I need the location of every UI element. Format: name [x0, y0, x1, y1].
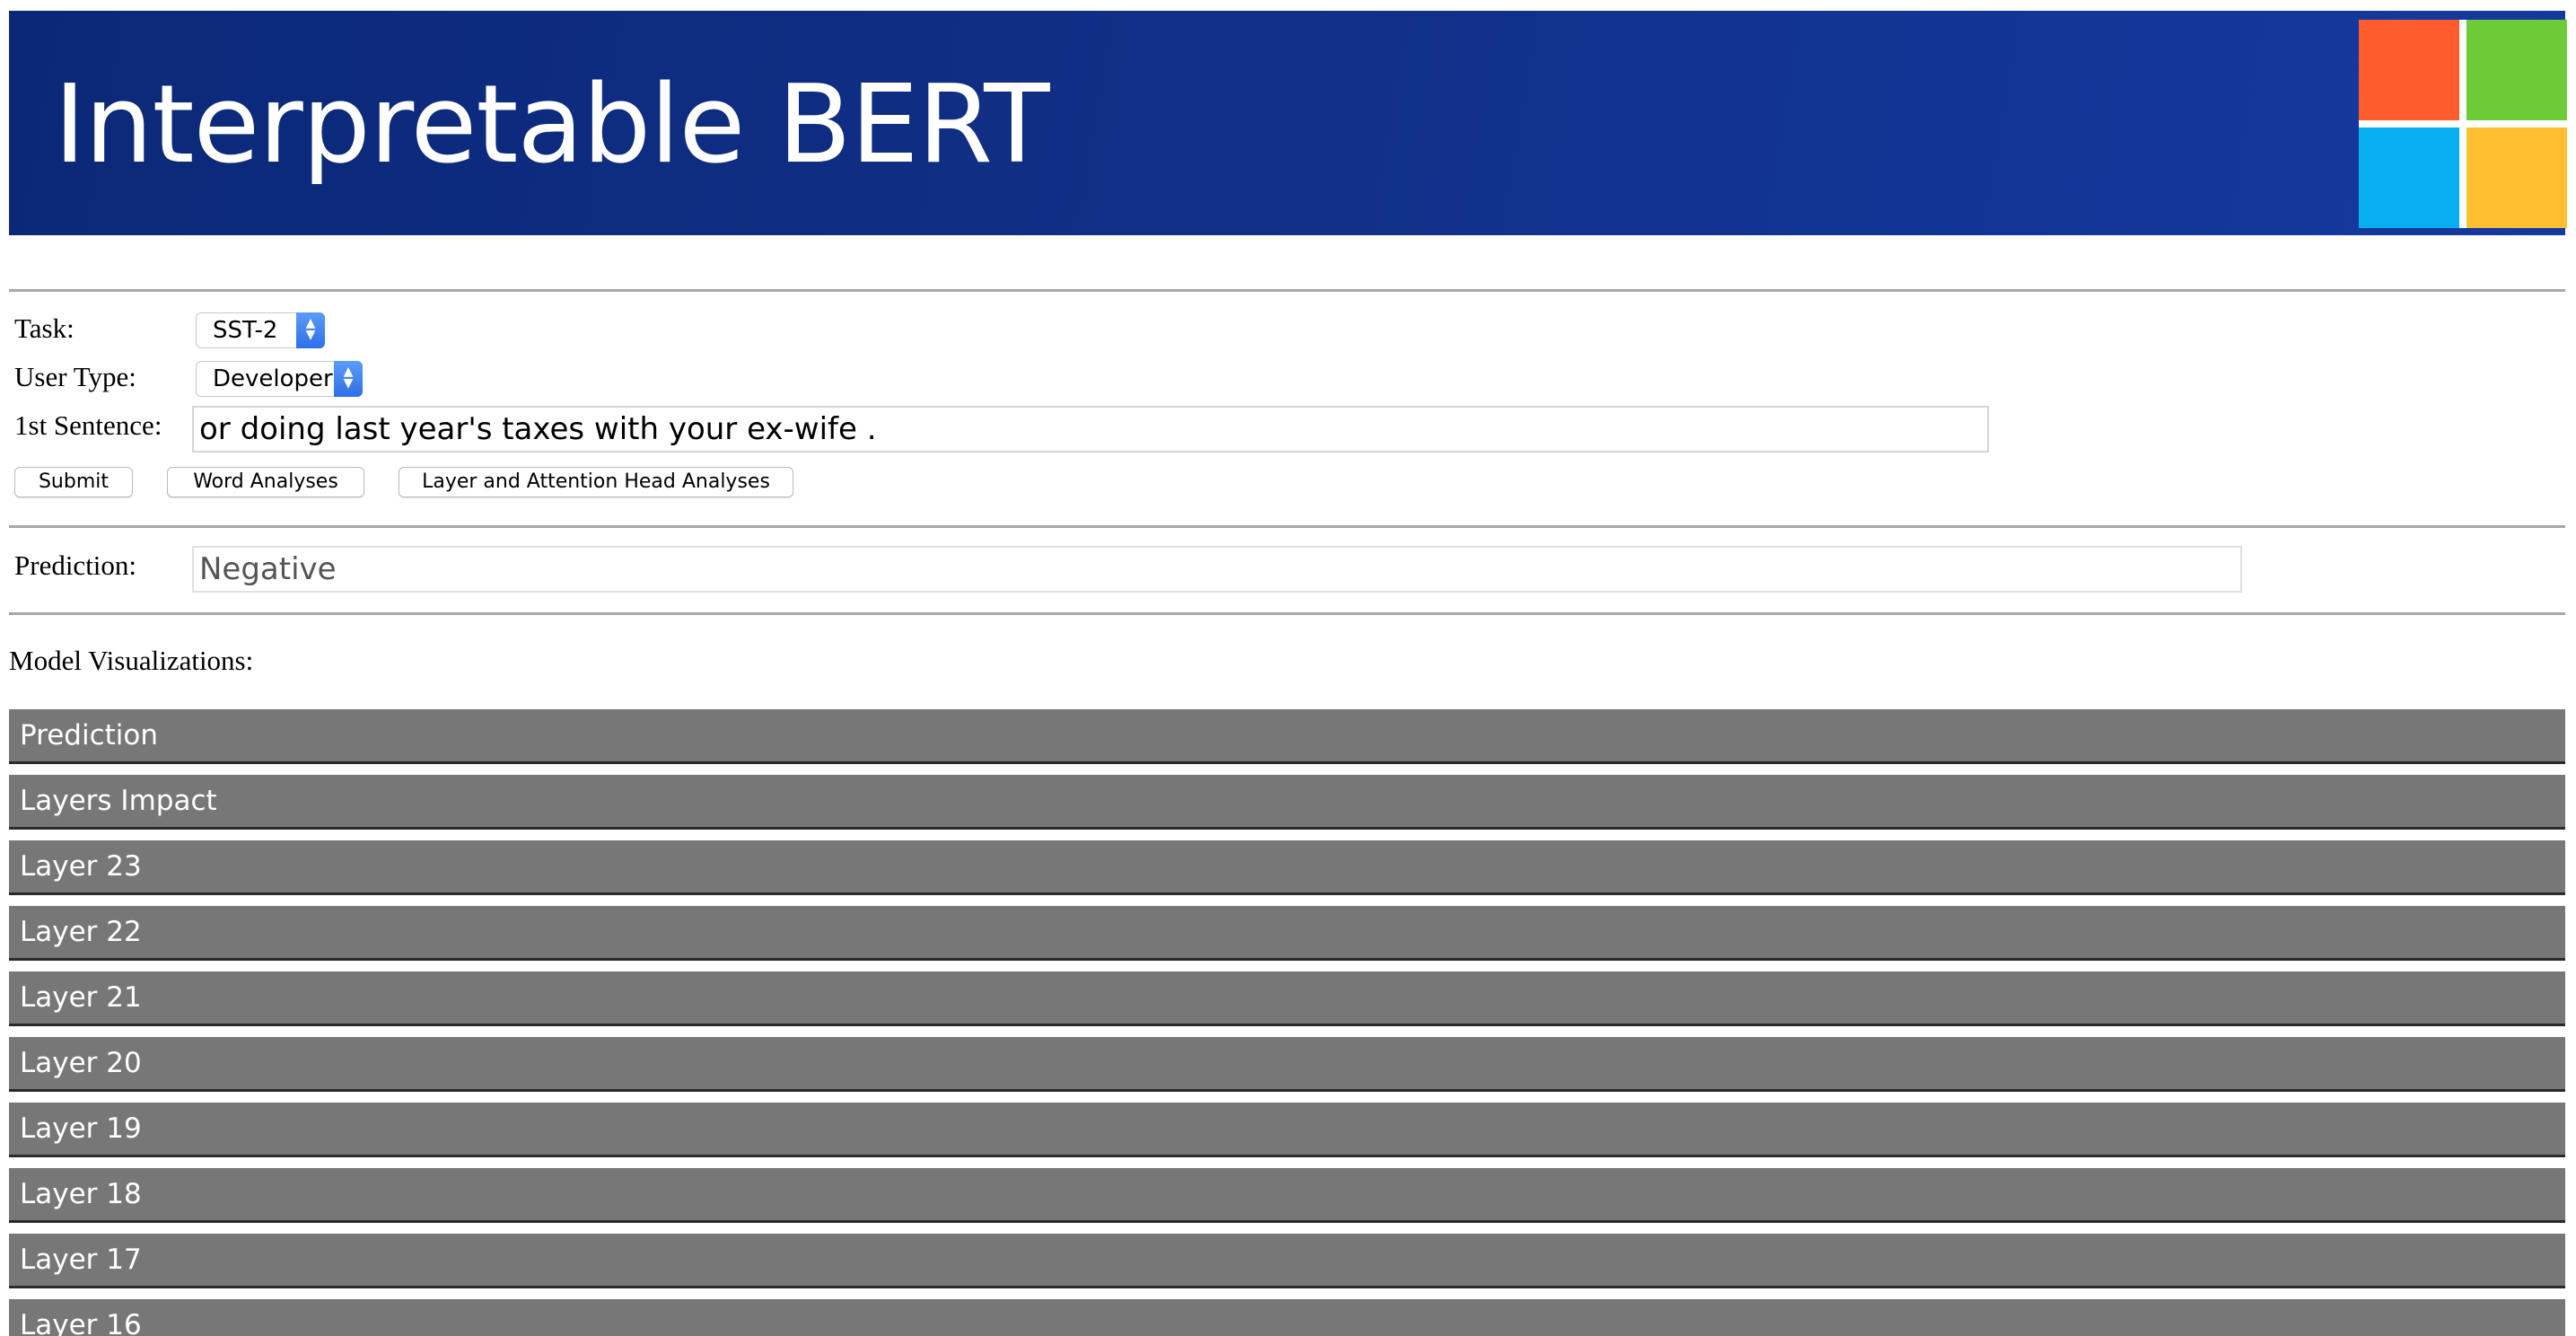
sentence-input[interactable]: or doing last year's taxes with your ex-… [192, 406, 1989, 453]
accordion-item-layer-21[interactable]: Layer 21 [9, 971, 2565, 1026]
model-visualizations-heading: Model Visualizations: [9, 645, 254, 676]
user-type-label: User Type: [14, 361, 136, 392]
logo-blue-square [2359, 127, 2459, 228]
submit-button[interactable]: Submit [14, 467, 133, 497]
accordion-item-layer-19[interactable]: Layer 19 [9, 1103, 2565, 1157]
select-arrows-icon: ▲ ▼ [296, 312, 325, 348]
accordion-item-label: Layer 16 [20, 1309, 142, 1336]
divider-top [9, 289, 2565, 292]
logo-green-square [2466, 20, 2567, 120]
prediction-output: Negative [192, 546, 2242, 593]
divider-bottom [9, 612, 2565, 615]
user-type-select-value: Developer [213, 365, 333, 392]
accordion-item-label: Layer 18 [20, 1178, 142, 1210]
accordion-item-layer-23[interactable]: Layer 23 [9, 840, 2565, 895]
accordion-item-label: Layer 19 [20, 1112, 142, 1145]
prediction-label: Prediction: [14, 549, 137, 581]
task-label: Task: [14, 312, 74, 344]
layer-head-analyses-button[interactable]: Layer and Attention Head Analyses [399, 467, 793, 497]
logo-yellow-square [2466, 127, 2567, 228]
accordion-item-layer-18[interactable]: Layer 18 [9, 1168, 2565, 1223]
header-banner: Interpretable BERT [9, 11, 2567, 235]
accordion-item-layer-20[interactable]: Layer 20 [9, 1037, 2565, 1092]
sentence-label: 1st Sentence: [14, 409, 162, 441]
accordion-item-label: Layer 21 [20, 981, 142, 1014]
accordion-item-layer-22[interactable]: Layer 22 [9, 906, 2565, 961]
select-arrows-icon: ▲ ▼ [334, 361, 363, 397]
visualizations-accordion: Prediction Layers Impact Layer 23 Layer … [9, 709, 2565, 1336]
logo-red-square [2359, 20, 2459, 120]
microsoft-logo [2359, 20, 2567, 228]
page-title: Interpretable BERT [54, 63, 1050, 188]
accordion-item-label: Prediction [20, 719, 159, 752]
page: Interpretable BERT Task: SST-2 ▲ ▼ User T… [0, 0, 2576, 1336]
accordion-item-label: Layer 23 [20, 850, 142, 883]
accordion-item-label: Layers Impact [20, 785, 217, 817]
accordion-item-label: Layer 20 [20, 1047, 142, 1079]
accordion-item-layers-impact[interactable]: Layers Impact [9, 775, 2565, 830]
task-select-value: SST-2 [213, 317, 278, 344]
user-type-select[interactable]: Developer ▲ ▼ [196, 361, 363, 397]
word-analyses-button[interactable]: Word Analyses [167, 467, 364, 497]
divider-middle [9, 525, 2565, 528]
accordion-item-label: Layer 22 [20, 916, 142, 948]
accordion-item-label: Layer 17 [20, 1244, 142, 1276]
accordion-item-layer-16[interactable]: Layer 16 [9, 1299, 2565, 1336]
accordion-item-layer-17[interactable]: Layer 17 [9, 1234, 2565, 1288]
task-select[interactable]: SST-2 ▲ ▼ [196, 312, 325, 348]
accordion-item-prediction[interactable]: Prediction [9, 709, 2565, 764]
